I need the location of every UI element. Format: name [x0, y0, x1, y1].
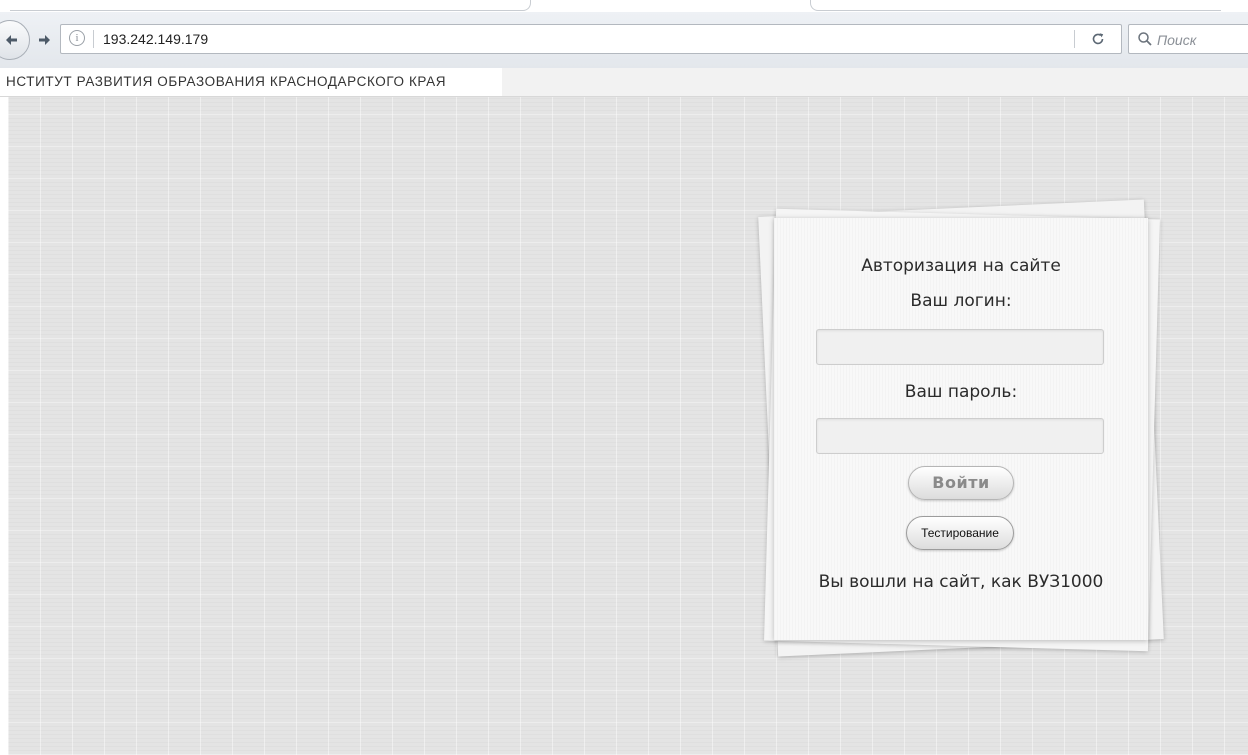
- search-bar[interactable]: Поиск: [1128, 24, 1248, 54]
- password-label: Ваш пароль:: [904, 382, 1018, 402]
- reload-button[interactable]: [1087, 29, 1109, 49]
- site-title[interactable]: НСТИТУТ РАЗВИТИЯ ОБРАЗОВАНИЯ КРАСНОДАРСК…: [0, 68, 502, 96]
- card-title: Авторизация на сайте: [861, 256, 1061, 276]
- tab-edge-left: [10, 0, 531, 11]
- tab-edge-right: [810, 0, 1221, 11]
- url-bar[interactable]: i 193.242.149.179: [60, 24, 1122, 54]
- back-arrow-icon: [6, 35, 17, 45]
- search-icon: [1138, 32, 1152, 46]
- password-input[interactable]: [816, 418, 1104, 454]
- url-text[interactable]: 193.242.149.179: [103, 30, 208, 48]
- testing-button[interactable]: Тестирование: [906, 516, 1014, 550]
- tab-strip: [0, 0, 1248, 12]
- forward-button[interactable]: [34, 30, 54, 50]
- login-input[interactable]: [816, 329, 1104, 365]
- info-icon[interactable]: i: [69, 30, 85, 46]
- login-label: Ваш логин:: [910, 291, 1012, 311]
- site-header-bar: НСТИТУТ РАЗВИТИЯ ОБРАЗОВАНИЯ КРАСНОДАРСК…: [0, 68, 1248, 97]
- forward-arrow-icon: [39, 35, 50, 45]
- reload-separator: [1074, 30, 1075, 48]
- search-placeholder[interactable]: Поиск: [1157, 31, 1196, 49]
- back-button[interactable]: [0, 20, 30, 60]
- login-card: Авторизация на сайте Ваш логин: Ваш паро…: [774, 218, 1148, 640]
- login-button[interactable]: Войти: [908, 466, 1014, 500]
- reload-icon: [1092, 33, 1104, 45]
- login-status: Вы вошли на сайт, как ВУЗ1000: [818, 572, 1104, 592]
- url-divider: [93, 30, 94, 48]
- browser-toolbar: i 193.242.149.179 Поиск: [0, 12, 1248, 69]
